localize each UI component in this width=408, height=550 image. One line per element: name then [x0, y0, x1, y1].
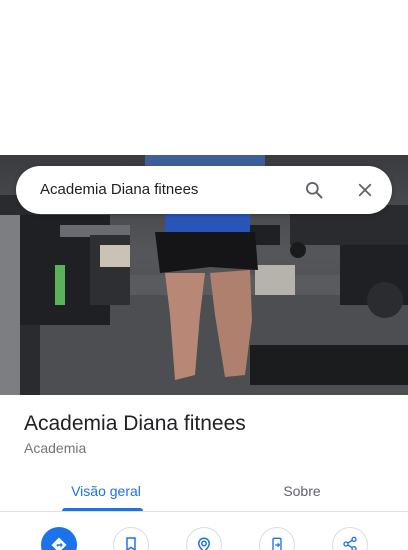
send-to-phone-button[interactable]: [259, 527, 295, 550]
search-input[interactable]: Academia Diana fitnees: [40, 181, 198, 198]
action-buttons: [0, 527, 408, 550]
tab-about[interactable]: Sobre: [258, 470, 346, 512]
send-to-phone-icon: [269, 536, 285, 550]
tab-overview[interactable]: Visão geral: [62, 470, 150, 512]
share-button[interactable]: [332, 527, 368, 550]
search-bar[interactable]: Academia Diana fitnees: [16, 166, 392, 214]
nearby-icon: [195, 536, 213, 550]
place-title: Academia Diana fitnees: [24, 412, 246, 435]
directions-icon: [50, 536, 68, 550]
nearby-button[interactable]: [186, 527, 222, 550]
bookmark-icon: [123, 536, 139, 550]
directions-button[interactable]: [41, 527, 77, 550]
place-category[interactable]: Academia: [24, 440, 86, 456]
search-icon[interactable]: [302, 178, 326, 202]
close-icon[interactable]: [353, 178, 377, 202]
active-tab-indicator: [62, 508, 143, 511]
share-icon: [342, 536, 358, 550]
save-button[interactable]: [113, 527, 149, 550]
blank-area: [0, 0, 408, 155]
tab-bar: Visão geral Sobre: [0, 470, 408, 512]
